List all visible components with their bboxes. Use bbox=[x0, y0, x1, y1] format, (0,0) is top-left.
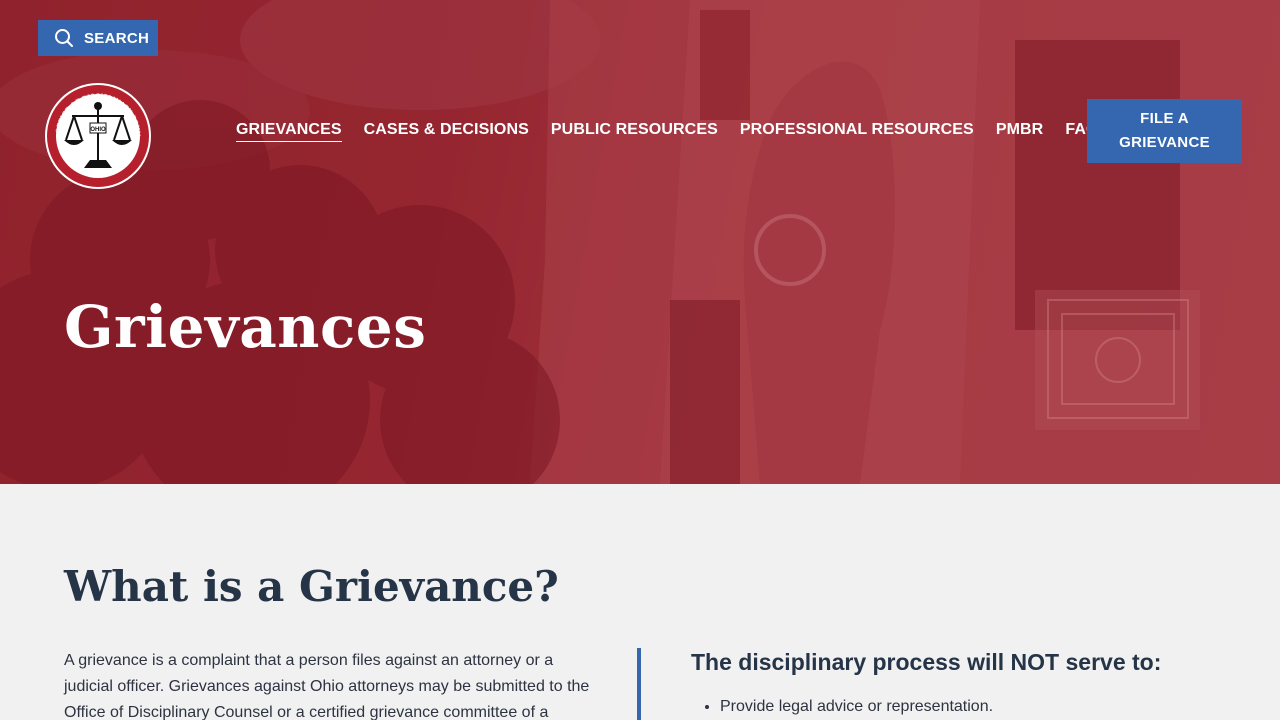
nav-item-public-resources[interactable]: PUBLIC RESOURCES bbox=[551, 121, 718, 142]
file-grievance-line1: FILE A bbox=[1140, 110, 1189, 127]
search-button[interactable]: SEARCH bbox=[38, 20, 158, 56]
page-title: Grievances bbox=[64, 293, 427, 361]
search-label: SEARCH bbox=[84, 29, 150, 47]
hero-overlay bbox=[0, 0, 1280, 484]
main-navigation: GRIEVANCES CASES & DECISIONS PUBLIC RESO… bbox=[236, 121, 1131, 142]
not-serve-list: Provide legal advice or representation. bbox=[720, 694, 993, 720]
not-serve-heading: The disciplinary process will NOT serve … bbox=[691, 649, 1162, 675]
nav-item-pmbr[interactable]: PMBR bbox=[996, 121, 1044, 142]
file-grievance-line2: GRIEVANCE bbox=[1119, 134, 1210, 151]
file-grievance-button[interactable]: FILE A GRIEVANCE bbox=[1087, 99, 1242, 163]
svg-text:OHIO: OHIO bbox=[90, 127, 106, 133]
intro-paragraph: A grievance is a complaint that a person… bbox=[64, 652, 590, 720]
list-item: Provide legal advice or representation. bbox=[720, 694, 993, 720]
section-title: What is a Grievance? bbox=[64, 562, 559, 611]
hero-banner: SEARCH THE OFFICE OF DISCIPLINARY COUNSE… bbox=[0, 0, 1280, 484]
nav-item-professional-resources[interactable]: PROFESSIONAL RESOURCES bbox=[740, 121, 974, 142]
nav-item-cases-decisions[interactable]: CASES & DECISIONS bbox=[364, 121, 529, 142]
search-icon bbox=[55, 29, 73, 47]
column-divider bbox=[637, 648, 641, 720]
nav-item-grievances[interactable]: GRIEVANCES bbox=[236, 121, 342, 142]
office-seal-logo[interactable]: THE OFFICE OF DISCIPLINARY COUNSEL INTEG… bbox=[44, 82, 152, 190]
